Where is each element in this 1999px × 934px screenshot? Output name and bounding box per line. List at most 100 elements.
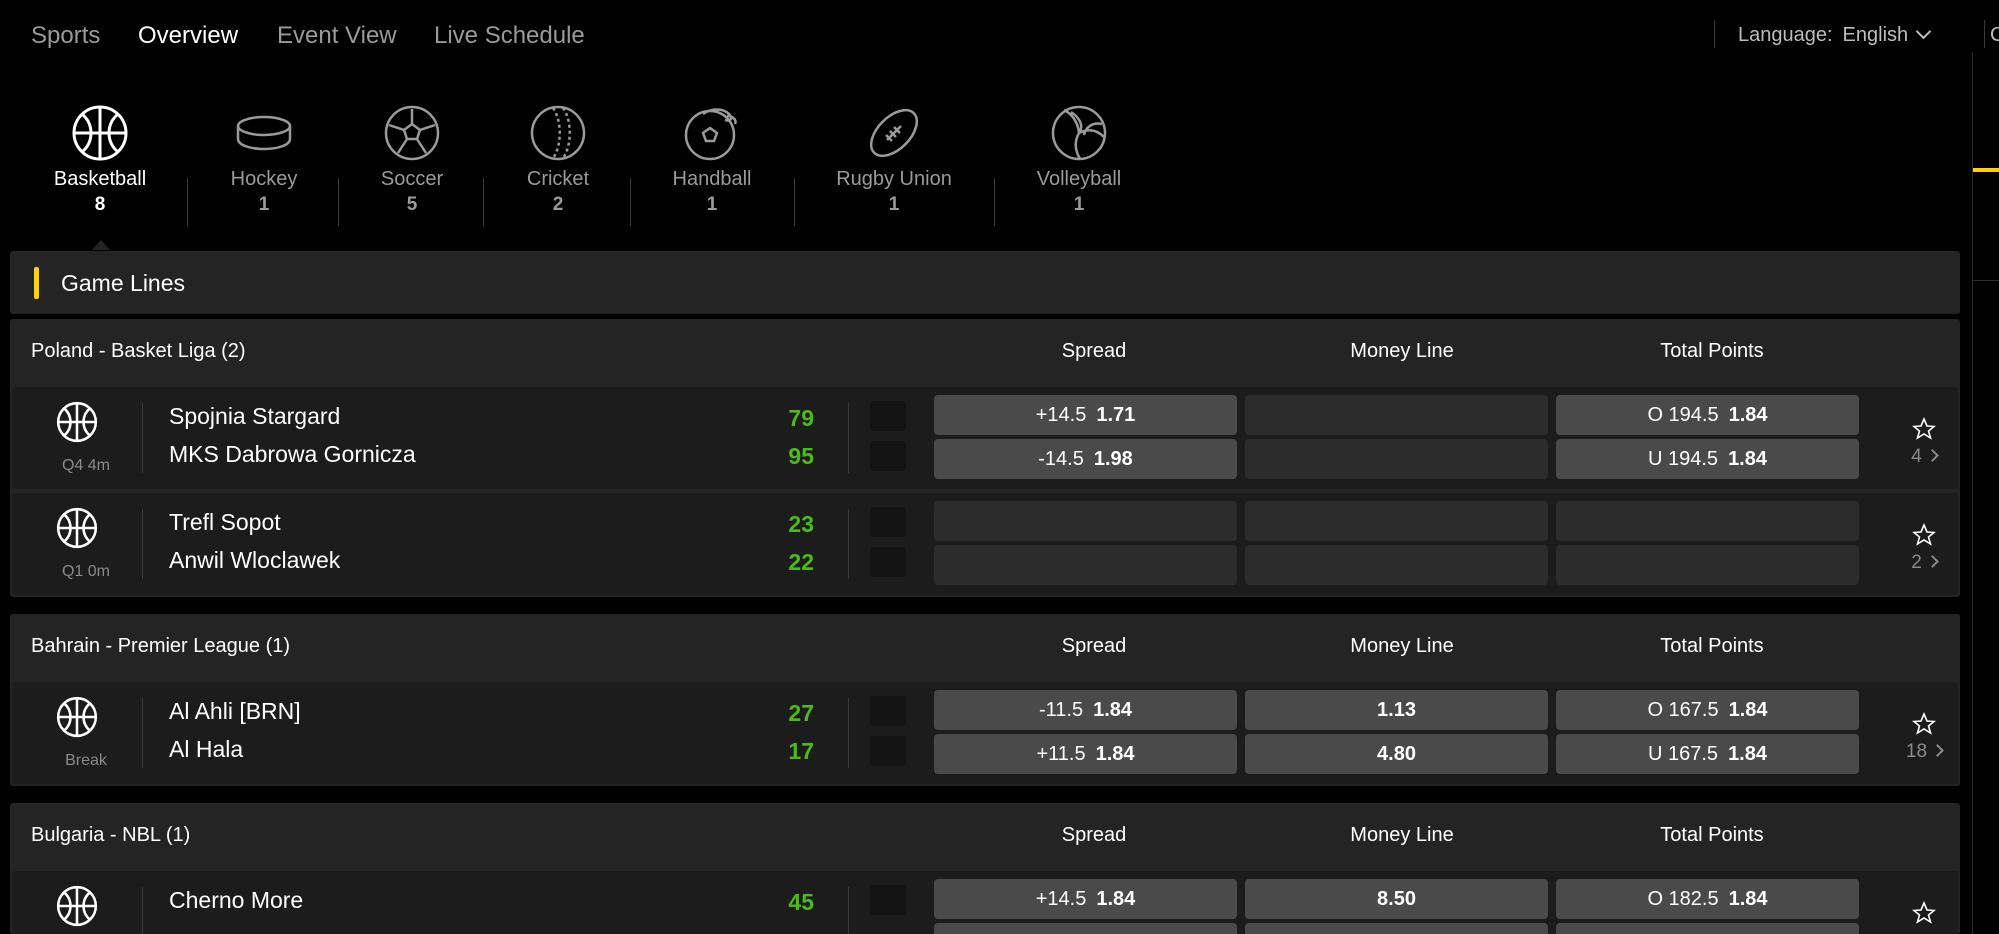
event-row[interactable]: Cherno More 45 +14.5 1.84 8.50 O 182.5 1.8… — [12, 871, 1958, 934]
column-header-spread: Spread — [1061, 824, 1127, 846]
odds-button-spread-home[interactable]: +14.5 1.71 — [934, 395, 1237, 435]
favorite-star-icon[interactable] — [1912, 901, 1936, 925]
sport-tab-rugby-union[interactable]: Rugby Union 1 — [832, 104, 956, 216]
odds-button-spread-home[interactable]: -11.5 1.84 — [934, 690, 1237, 730]
odds-button-spread-away[interactable]: -14.5 1.98 — [934, 439, 1237, 479]
odds-button-moneyline-home — [1245, 501, 1548, 541]
chevron-down-icon — [1915, 23, 1932, 40]
sport-count: 1 — [1073, 194, 1085, 215]
odds-line: O 167.5 — [1647, 698, 1719, 721]
sport-name: Rugby Union — [836, 168, 952, 190]
column-header-spread: Spread — [1061, 340, 1127, 362]
team-home[interactable]: Trefl Sopot — [169, 509, 281, 536]
score-home: 79 — [788, 405, 814, 431]
sport-tab-hockey[interactable]: Hockey 1 — [220, 104, 308, 216]
odds-price: 1.84 — [1728, 447, 1767, 470]
sport-name: Soccer — [380, 168, 444, 190]
sport-tab-handball[interactable]: Handball 1 — [662, 104, 762, 216]
nav-sports[interactable]: Sports — [31, 22, 100, 50]
odds-button-spread-away — [934, 545, 1237, 585]
markets-count: 2 — [1911, 552, 1922, 573]
right-rail-border — [1972, 52, 1973, 934]
score-home: 45 — [788, 889, 814, 915]
league-group-bahrain: Bahrain - Premier League (1) Spread Mone… — [10, 614, 1960, 786]
more-markets-link[interactable]: 4 — [1896, 446, 1952, 468]
score-home: 23 — [788, 511, 814, 537]
league-name[interactable]: Poland - Basket Liga (2) — [31, 340, 246, 363]
score-away: 17 — [788, 738, 814, 764]
live-indicator-box — [870, 885, 906, 915]
odds-button-total-over[interactable]: O 167.5 1.84 — [1556, 690, 1859, 730]
event-row[interactable]: Q1 0m Trefl Sopot Anwil Wloclawek 23 22 … — [12, 493, 1958, 595]
favorite-star-icon[interactable] — [1912, 712, 1936, 736]
chevron-right-icon — [1925, 449, 1939, 462]
odds-button-spread-away[interactable]: +11.5 1.84 — [934, 734, 1237, 774]
event-status: Q4 4m — [61, 457, 110, 474]
team-home[interactable]: Spojnia Stargard — [169, 403, 340, 430]
more-markets-link[interactable]: 18 — [1896, 741, 1952, 763]
event-row[interactable]: Break Al Ahli [BRN] Al Hala 27 17 -11.5 1… — [12, 682, 1958, 784]
odds-price: 1.84 — [1093, 698, 1133, 721]
more-markets-link[interactable]: 2 — [1896, 552, 1952, 574]
team-away[interactable]: Al Hala — [169, 736, 243, 763]
team-home[interactable]: Cherno More — [169, 887, 303, 914]
odds-button-spread-away[interactable] — [934, 923, 1237, 934]
odds-line: U 167.5 — [1648, 742, 1719, 765]
odds-button-total-under[interactable]: U 194.5 1.84 — [1556, 439, 1859, 479]
odds-button-total-under[interactable] — [1556, 923, 1859, 934]
nav-live-schedule[interactable]: Live Schedule — [434, 22, 585, 50]
event-row[interactable]: Q4 4m Spojnia Stargard MKS Dabrowa Gorni… — [12, 387, 1958, 489]
row-divider — [142, 403, 143, 473]
right-rail-accent — [1973, 168, 1999, 172]
odds-button-moneyline-away[interactable] — [1245, 923, 1548, 934]
favorite-star-icon[interactable] — [1912, 523, 1936, 547]
clipped-nav-item[interactable]: C — [1990, 24, 1999, 47]
team-away[interactable]: MKS Dabrowa Gornicza — [169, 441, 416, 468]
odds-button-total-under[interactable]: U 167.5 1.84 — [1556, 734, 1859, 774]
odds-line: -11.5 — [1038, 698, 1084, 721]
row-divider — [848, 698, 849, 768]
sport-tab-soccer[interactable]: Soccer 5 — [368, 104, 456, 216]
league-group-bulgaria: Bulgaria - NBL (1) Spread Money Line Tot… — [10, 803, 1960, 934]
odds-button-spread-home[interactable]: +14.5 1.84 — [934, 879, 1237, 919]
sport-name: Cricket — [526, 168, 590, 190]
sport-count: 8 — [94, 194, 106, 215]
sport-count: 2 — [552, 194, 564, 215]
markets-count: 4 — [1911, 446, 1922, 467]
odds-button-moneyline-away — [1245, 439, 1548, 479]
language-selector[interactable]: Language: English — [1738, 23, 1932, 47]
odds-button-moneyline-away[interactable]: 4.80 — [1245, 734, 1548, 774]
league-name[interactable]: Bahrain - Premier League (1) — [31, 635, 290, 658]
odds-button-total-under — [1556, 545, 1859, 585]
odds-button-moneyline-home[interactable]: 1.13 — [1245, 690, 1548, 730]
section-title: Game Lines — [61, 270, 186, 296]
active-tab-indicator — [92, 240, 110, 250]
sport-tab-volleyball[interactable]: Volleyball 1 — [1032, 104, 1126, 216]
column-header-total-points: Total Points — [1660, 824, 1764, 846]
odds-button-moneyline-home[interactable]: 8.50 — [1245, 879, 1548, 919]
row-divider — [142, 698, 143, 768]
basketball-icon — [72, 105, 128, 161]
nav-event-view[interactable]: Event View — [277, 22, 397, 50]
odds-button-total-over — [1556, 501, 1859, 541]
favorite-star-icon[interactable] — [1912, 417, 1936, 441]
odds-line: +14.5 — [1035, 403, 1087, 426]
sport-tab-basketball[interactable]: Basketball 8 — [48, 104, 152, 216]
basketball-icon — [56, 696, 98, 738]
live-indicator-box — [870, 547, 906, 577]
odds-button-total-over[interactable]: O 194.5 1.84 — [1556, 395, 1859, 435]
league-name[interactable]: Bulgaria - NBL (1) — [31, 824, 190, 847]
odds-button-total-over[interactable]: O 182.5 1.84 — [1556, 879, 1859, 919]
column-header-total-points: Total Points — [1660, 635, 1764, 657]
team-away[interactable]: Anwil Wloclawek — [169, 547, 340, 574]
sport-tab-cricket[interactable]: Cricket 2 — [514, 104, 602, 216]
nav-overview[interactable]: Overview — [138, 22, 238, 50]
odds-button-moneyline-away — [1245, 545, 1548, 585]
team-home[interactable]: Al Ahli [BRN] — [169, 698, 301, 725]
odds-button-moneyline-home — [1245, 395, 1548, 435]
language-label: Language: — [1738, 24, 1833, 46]
odds-price: 8.50 — [1377, 887, 1416, 910]
right-rail-divider — [1973, 280, 1999, 281]
odds-line: U 194.5 — [1648, 447, 1719, 470]
game-lines-header: Game Lines — [10, 251, 1960, 314]
